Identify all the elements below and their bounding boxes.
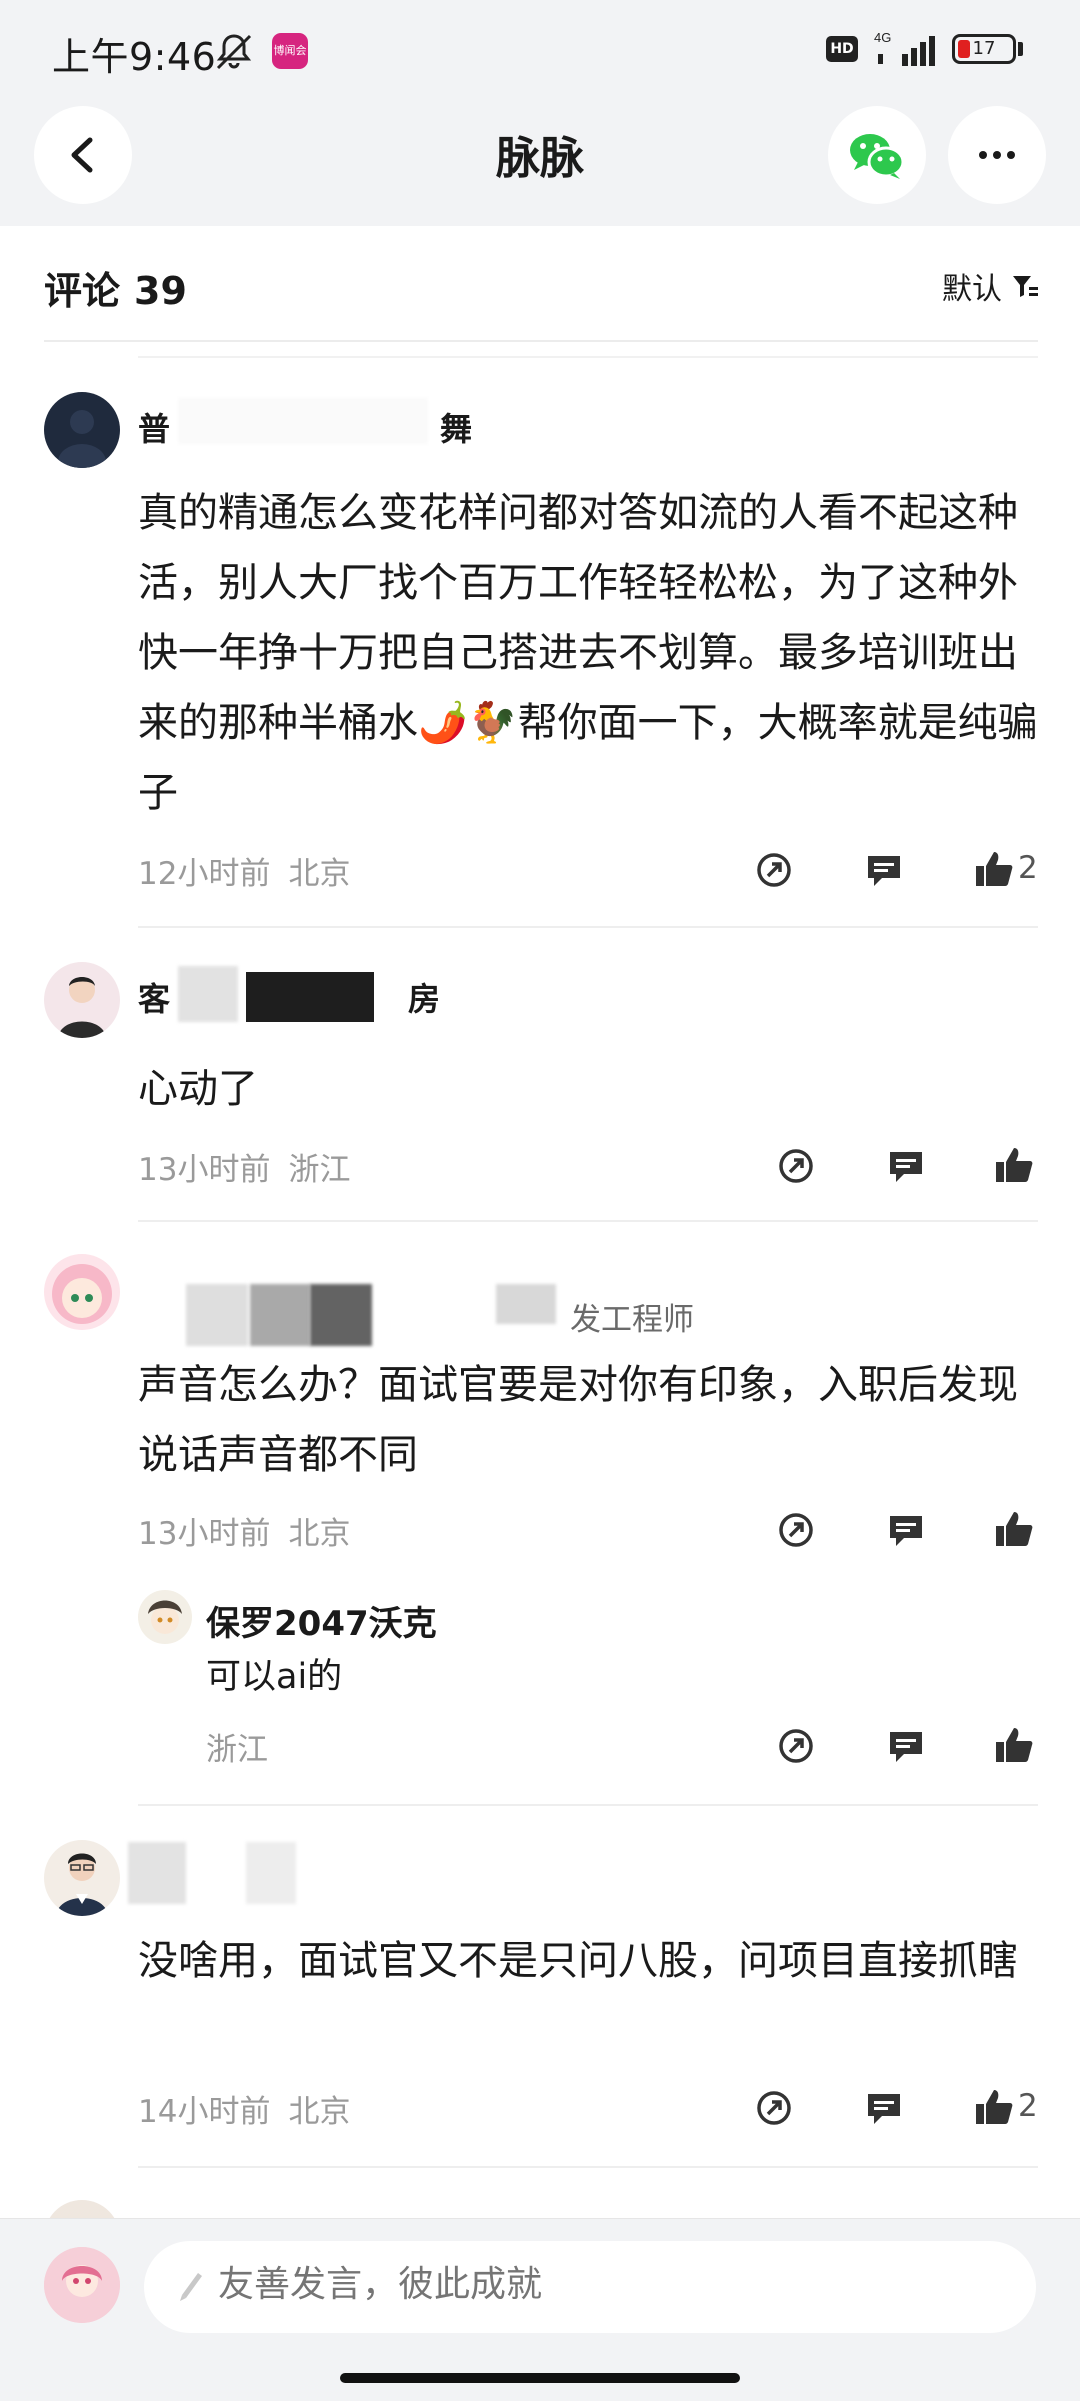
redacted-name xyxy=(178,398,428,444)
redacted-name xyxy=(128,1842,186,1904)
comment-input[interactable] xyxy=(144,2241,1036,2333)
comment-location: 浙江 xyxy=(288,1152,351,1188)
pen-icon xyxy=(180,2273,202,2301)
comment-input-bar xyxy=(0,2218,1080,2401)
like-icon[interactable] xyxy=(992,1144,1036,1188)
reply-author[interactable]: 保罗2047沃克 xyxy=(206,1596,437,1645)
comment-separator xyxy=(138,1804,1038,1806)
header-divider xyxy=(44,340,1038,342)
redacted-name xyxy=(246,972,374,1022)
sort-button[interactable]: 默认 xyxy=(942,264,1040,308)
reply-avatar[interactable] xyxy=(138,1590,192,1644)
comment-author[interactable]: 普 xyxy=(138,404,170,450)
signal-icon: 4G xyxy=(874,30,935,66)
comment-text: 声音怎么办？面试官要是对你有印象，入职后发现说话声音都不同 xyxy=(138,1362,1018,1478)
comment-input-field[interactable] xyxy=(216,2263,980,2306)
comment-meta: 12小时前 北京 xyxy=(138,848,350,893)
list-divider xyxy=(138,356,1038,358)
comment-author-title: 发工程师 xyxy=(570,1302,694,1338)
comment-meta: 13小时前 浙江 xyxy=(138,1144,350,1189)
forward-icon[interactable] xyxy=(774,1508,818,1552)
forward-icon[interactable] xyxy=(774,1144,818,1188)
reply-text: 可以ai的 xyxy=(206,1657,343,1697)
like-count: 2 xyxy=(1018,2088,1038,2124)
comment-meta: 13小时前 北京 xyxy=(138,1508,350,1553)
wechat-icon xyxy=(850,134,905,179)
redacted-name xyxy=(186,1284,248,1346)
mute-icon xyxy=(216,34,252,70)
comment-author[interactable]: 客 xyxy=(138,974,170,1020)
comment-text: 没啥用，面试官又不是只问八股，问项目直接抓瞎 xyxy=(138,1938,1018,1984)
comments-title: 评论 39 xyxy=(44,260,187,315)
comment-location: 北京 xyxy=(288,856,351,892)
reply-icon[interactable] xyxy=(862,848,906,892)
comment-author-tail: 舞 xyxy=(440,410,473,448)
forward-icon[interactable] xyxy=(752,848,796,892)
avatar[interactable] xyxy=(44,1254,120,1330)
reply-icon[interactable] xyxy=(884,1144,928,1188)
comment-separator xyxy=(138,926,1038,928)
comment-actions xyxy=(774,1144,1036,1188)
comments-count: 39 xyxy=(134,269,187,313)
redacted-name xyxy=(250,1284,310,1346)
more-dots-icon xyxy=(979,151,1015,159)
like-icon[interactable] xyxy=(992,1724,1036,1768)
comment-time: 13小时前 xyxy=(138,1152,271,1188)
filter-icon xyxy=(1013,276,1038,297)
wechat-share-button[interactable] xyxy=(828,106,926,204)
comments-header: 评论 39 默认 xyxy=(0,226,1080,342)
comment-time: 12小时前 xyxy=(138,856,271,892)
avatar[interactable] xyxy=(44,1840,120,1916)
comment-time: 13小时前 xyxy=(138,1516,271,1552)
reply-icon[interactable] xyxy=(862,2086,906,2130)
app-notification-icon: 博闻会 xyxy=(272,33,308,69)
comment-time: 14小时前 xyxy=(138,2094,271,2130)
redacted-name xyxy=(178,966,238,1022)
forward-icon[interactable] xyxy=(752,2086,796,2130)
avatar[interactable] xyxy=(44,962,120,1038)
more-options-button[interactable] xyxy=(948,106,1046,204)
comment-meta: 14小时前 北京 xyxy=(138,2086,350,2131)
comments-label: 评论 xyxy=(44,269,121,313)
like-icon[interactable] xyxy=(972,2086,1016,2130)
home-indicator[interactable] xyxy=(340,2373,740,2383)
redacted-name xyxy=(496,1284,556,1324)
status-bar: 上午9:46 博闻会 HD 4G 17 xyxy=(0,0,1080,100)
like-count: 2 xyxy=(1018,850,1038,886)
redacted-name xyxy=(310,1284,372,1346)
like-icon[interactable] xyxy=(972,848,1016,892)
battery-cap xyxy=(1018,42,1023,56)
comment-author-tail: 房 xyxy=(408,980,441,1018)
redacted-name xyxy=(246,1842,296,1904)
comment-separator xyxy=(138,2166,1038,2168)
comment-location: 北京 xyxy=(288,2094,351,2130)
comment-actions: 2 xyxy=(752,848,1042,892)
reply-actions xyxy=(774,1724,1036,1768)
status-time: 上午9:46 xyxy=(52,35,217,79)
comment-separator xyxy=(138,1220,1038,1222)
avatar[interactable] xyxy=(44,392,120,468)
network-type: 4G xyxy=(874,30,891,45)
my-avatar[interactable] xyxy=(44,2247,120,2323)
comment-location: 北京 xyxy=(288,1516,351,1552)
reply-location: 浙江 xyxy=(206,1732,268,1768)
reply-icon[interactable] xyxy=(884,1508,928,1552)
hd-badge: HD xyxy=(826,36,858,62)
comment-text: 真的精通怎么变花样问都对答如流的人看不起这种活，别人大厂找个百万工作轻轻松松，为… xyxy=(138,490,1038,816)
battery-level: 17 xyxy=(972,38,996,59)
comment-actions xyxy=(774,1508,1036,1552)
reply-icon[interactable] xyxy=(884,1724,928,1768)
battery-icon: 17 xyxy=(952,34,1016,64)
sort-label: 默认 xyxy=(942,272,1002,307)
comment-text: 心动了 xyxy=(138,1066,258,1112)
forward-icon[interactable] xyxy=(774,1724,818,1768)
comment-actions: 2 xyxy=(752,2086,1042,2130)
like-icon[interactable] xyxy=(992,1508,1036,1552)
